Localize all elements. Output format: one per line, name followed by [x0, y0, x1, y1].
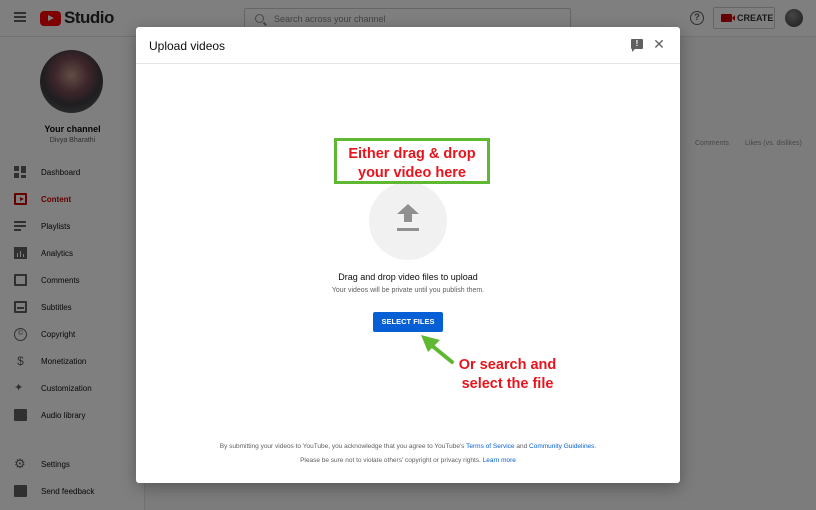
upload-arrow-icon [397, 204, 419, 232]
community-guidelines-link[interactable]: Community Guidelines [529, 443, 594, 450]
feedback-icon[interactable]: ! [631, 39, 643, 52]
upload-drop-zone[interactable] [369, 182, 447, 260]
annotation-line: your video here [358, 165, 466, 181]
upload-dialog: Upload videos ! ✕ Drag and drop video fi… [136, 27, 680, 483]
drag-drop-subtitle: Your videos will be private until you pu… [331, 287, 485, 294]
learn-more-link[interactable]: Learn more [483, 457, 516, 464]
terms-suffix: . [594, 443, 597, 450]
rights-notice: Please be sure not to violate others' co… [136, 457, 680, 464]
terms-notice: By submitting your videos to YouTube, yo… [136, 443, 680, 450]
terms-of-service-link[interactable]: Terms of Service [466, 443, 514, 450]
annotation-line: select the file [461, 376, 554, 392]
drag-drop-annotation: Either drag & drop your video here [334, 145, 490, 183]
drag-drop-title: Drag and drop video files to upload [338, 272, 478, 282]
dialog-title: Upload videos [149, 39, 226, 53]
select-file-annotation: Or search and select the file [440, 356, 575, 394]
annotation-line: Either drag & drop [348, 146, 476, 162]
dialog-divider [136, 63, 680, 64]
rights-text: Please be sure not to violate others' co… [300, 457, 481, 464]
select-files-button[interactable]: SELECT FILES [373, 312, 443, 332]
terms-and: and [516, 443, 528, 450]
close-icon[interactable]: ✕ [652, 37, 666, 51]
annotation-line: Or search and [458, 357, 557, 373]
terms-prefix: By submitting your videos to YouTube, yo… [219, 443, 465, 450]
